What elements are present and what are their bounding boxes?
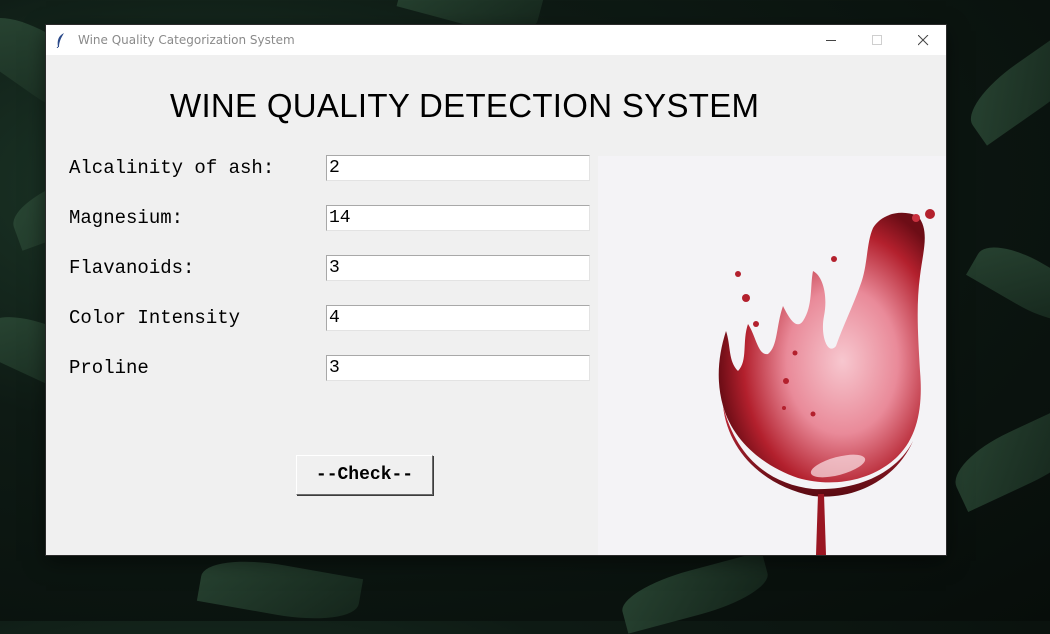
- close-icon: [917, 34, 928, 45]
- wine-glass-image: [598, 156, 946, 555]
- close-button[interactable]: [900, 25, 946, 55]
- minimize-button[interactable]: [808, 25, 854, 55]
- label-alcalinity-of-ash: Alcalinity of ash:: [69, 157, 275, 179]
- window-title: Wine Quality Categorization System: [78, 33, 295, 47]
- check-button[interactable]: --Check--: [296, 455, 433, 495]
- label-color-intensity: Color Intensity: [69, 307, 241, 329]
- flavanoids-input[interactable]: [326, 255, 590, 281]
- feather-icon: [56, 32, 70, 48]
- maximize-button[interactable]: [854, 25, 900, 55]
- magnesium-input[interactable]: [326, 205, 590, 231]
- label-proline: Proline: [69, 357, 149, 379]
- alcalinity-of-ash-input[interactable]: [326, 155, 590, 181]
- minimize-icon: [825, 39, 836, 41]
- proline-input[interactable]: [326, 355, 590, 381]
- maximize-icon: [871, 34, 882, 45]
- label-magnesium: Magnesium:: [69, 207, 184, 229]
- color-intensity-input[interactable]: [326, 305, 590, 331]
- app-window: Wine Quality Categorization System WINE …: [46, 25, 946, 555]
- title-bar[interactable]: Wine Quality Categorization System: [46, 25, 946, 55]
- page-title: WINE QUALITY DETECTION SYSTEM: [170, 87, 760, 124]
- label-flavanoids: Flavanoids:: [69, 257, 195, 279]
